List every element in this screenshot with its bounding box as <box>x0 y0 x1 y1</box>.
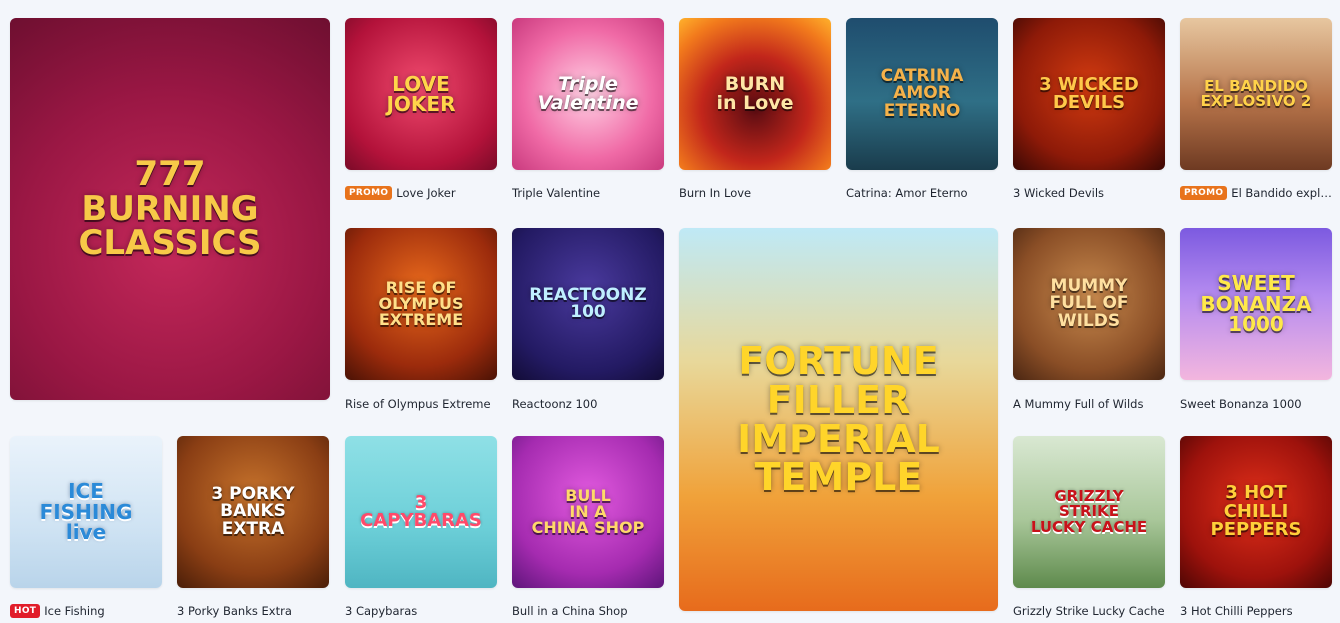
game-caption: PROMO El Bandido explosi... <box>1180 184 1332 202</box>
promo-badge: PROMO <box>345 186 393 200</box>
game-art-text: LOVE JOKER <box>386 71 456 116</box>
game-title[interactable]: Ice Fishing <box>44 604 104 618</box>
hot-badge: HOT <box>10 604 41 618</box>
game-tile-catrina[interactable]: CATRINA AMOR ETERNO <box>846 18 998 170</box>
game-caption: 3 Capybaras <box>345 602 497 620</box>
game-title[interactable]: Reactoonz 100 <box>512 397 597 411</box>
game-caption: 3 Hot Chilli Peppers <box>1180 602 1332 620</box>
game-art-text: BULL IN A CHINA SHOP <box>531 485 645 538</box>
game-tile-fortune-filler[interactable]: FORTUNE FILLER IMPERIAL TEMPLE <box>679 228 998 611</box>
game-caption: Reactoonz 100 <box>512 395 664 413</box>
game-tile-el-bandido[interactable]: EL BANDIDO EXPLOSIVO 2 <box>1180 18 1332 170</box>
game-tile-triple-valentine[interactable]: Triple Valentine <box>512 18 664 170</box>
game-art-text: 3 CAPYBARAS <box>360 491 482 531</box>
game-caption: 3 Porky Banks Extra <box>177 602 329 620</box>
game-art-text: MUMMY FULL OF WILDS <box>1049 276 1129 331</box>
game-title[interactable]: 3 Capybaras <box>345 604 417 618</box>
game-caption: A Mummy Full of Wilds <box>1013 395 1165 413</box>
game-caption: PROMO Love Joker <box>345 184 497 202</box>
game-title[interactable]: 3 Hot Chilli Peppers <box>1180 604 1293 618</box>
game-tile-reactoonz-100[interactable]: REACTOONZ 100 <box>512 228 664 380</box>
game-title[interactable]: A Mummy Full of Wilds <box>1013 397 1143 411</box>
game-art-text: FORTUNE FILLER IMPERIAL TEMPLE <box>737 339 940 500</box>
game-title[interactable]: Rise of Olympus Extreme <box>345 397 491 411</box>
game-title[interactable]: Burn In Love <box>679 186 751 200</box>
game-art-text: 3 WICKED DEVILS <box>1039 73 1139 113</box>
game-caption: Grizzly Strike Lucky Cache <box>1013 602 1165 620</box>
game-tile-bull-china[interactable]: BULL IN A CHINA SHOP <box>512 436 664 588</box>
game-tile-porky-banks[interactable]: 3 PORKY BANKS EXTRA <box>177 436 329 588</box>
game-art-text: SWEET BONANZA 1000 <box>1200 271 1312 337</box>
game-tile-ice-fishing[interactable]: ICE FISHING live <box>10 436 162 588</box>
game-caption: Burn In Love <box>679 184 831 202</box>
game-tile-sweet-bonanza[interactable]: SWEET BONANZA 1000 <box>1180 228 1332 380</box>
game-title[interactable]: 3 Porky Banks Extra <box>177 604 292 618</box>
game-art-text: ICE FISHING live <box>39 479 133 545</box>
game-caption: HOT Ice Fishing <box>10 602 162 620</box>
game-art-text: 777 BURNING CLASSICS <box>78 153 262 264</box>
game-art-text: REACTOONZ 100 <box>529 284 647 322</box>
game-caption: Triple Valentine <box>512 184 664 202</box>
game-tile-3-wicked-devils[interactable]: 3 WICKED DEVILS <box>1013 18 1165 170</box>
game-title[interactable]: Triple Valentine <box>512 186 600 200</box>
game-art-text: RISE OF OLYMPUS EXTREME <box>378 277 464 330</box>
game-caption: Sweet Bonanza 1000 <box>1180 395 1332 413</box>
game-tile-burning-classics[interactable]: 777 BURNING CLASSICS <box>10 18 330 400</box>
game-tile-mummy[interactable]: MUMMY FULL OF WILDS <box>1013 228 1165 380</box>
game-title[interactable]: 3 Wicked Devils <box>1013 186 1104 200</box>
game-tile-capybaras[interactable]: 3 CAPYBARAS <box>345 436 497 588</box>
game-tile-love-joker[interactable]: LOVE JOKER <box>345 18 497 170</box>
game-title[interactable]: Love Joker <box>396 186 455 200</box>
game-caption: Rise of Olympus Extreme <box>345 395 497 413</box>
game-art-text: 3 HOT CHILLI PEPPERS <box>1210 482 1302 541</box>
game-title[interactable]: Sweet Bonanza 1000 <box>1180 397 1302 411</box>
game-tile-burn-in-love[interactable]: BURN in Love <box>679 18 831 170</box>
promo-badge: PROMO <box>1180 186 1228 200</box>
game-title[interactable]: Grizzly Strike Lucky Cache <box>1013 604 1165 618</box>
game-title[interactable]: Bull in a China Shop <box>512 604 628 618</box>
game-caption: 3 Wicked Devils <box>1013 184 1165 202</box>
game-art-text: Triple Valentine <box>537 72 639 114</box>
game-art-text: CATRINA AMOR ETERNO <box>880 66 964 121</box>
game-tile-hot-chilli[interactable]: 3 HOT CHILLI PEPPERS <box>1180 436 1332 588</box>
game-tile-grizzly[interactable]: GRIZZLY STRIKE LUCKY CACHE <box>1013 436 1165 588</box>
game-caption: Bull in a China Shop <box>512 602 664 620</box>
game-tile-rise-of-olympus[interactable]: RISE OF OLYMPUS EXTREME <box>345 228 497 380</box>
game-art-text: BURN in Love <box>716 72 794 114</box>
game-caption: Catrina: Amor Eterno <box>846 184 998 202</box>
game-art-text: EL BANDIDO EXPLOSIVO 2 <box>1200 76 1312 110</box>
game-title[interactable]: El Bandido explosi... <box>1231 186 1332 200</box>
game-art-text: 3 PORKY BANKS EXTRA <box>211 484 295 539</box>
game-art-text: GRIZZLY STRIKE LUCKY CACHE <box>1030 487 1148 536</box>
game-title[interactable]: Catrina: Amor Eterno <box>846 186 968 200</box>
